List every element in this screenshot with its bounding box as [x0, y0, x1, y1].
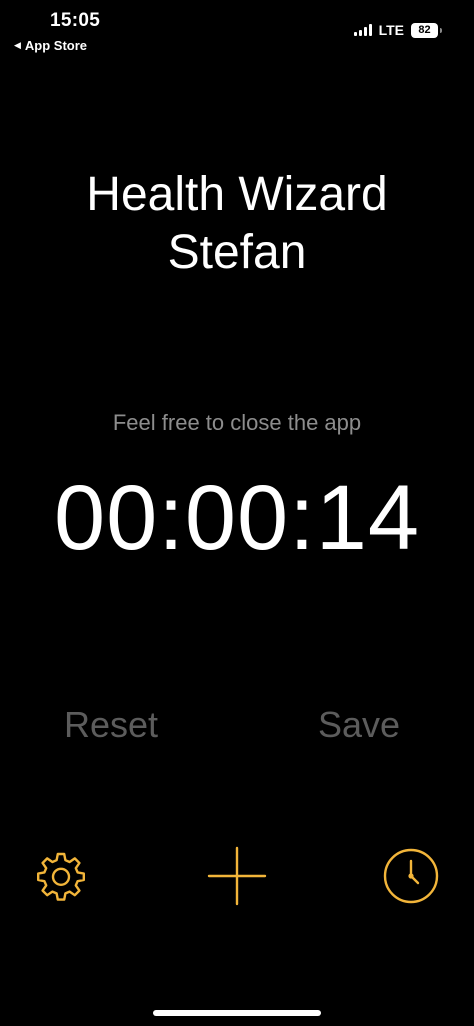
cellular-signal-icon	[353, 24, 372, 36]
background-hint: Feel free to close the app	[112, 410, 362, 435]
plus-icon	[207, 846, 267, 906]
timer-display: 00:00:14	[53, 467, 421, 569]
home-indicator[interactable]	[153, 1010, 321, 1016]
back-arrow-icon: ◀	[14, 40, 21, 50]
history-button[interactable]	[381, 846, 441, 906]
back-to-app-store-link[interactable]: ◀ App Store	[14, 38, 87, 53]
app-title: Health Wizard Stefan	[0, 166, 474, 282]
settings-button[interactable]	[31, 846, 91, 906]
app-title-line1: Health Wizard	[86, 168, 388, 221]
battery-icon: 82	[411, 22, 442, 38]
status-indicators: LTE 82	[353, 22, 442, 38]
add-button[interactable]	[207, 846, 267, 906]
gear-icon	[37, 852, 85, 901]
app-title-line2: Stefan	[167, 226, 307, 279]
battery-level: 82	[418, 24, 431, 36]
clock-icon	[383, 848, 439, 904]
network-type: LTE	[378, 22, 404, 38]
status-time: 15:05	[50, 10, 101, 31]
reset-button[interactable]: Reset	[64, 704, 158, 746]
back-link-label: App Store	[24, 38, 88, 53]
save-button[interactable]: Save	[318, 704, 400, 746]
status-bar: 15:05 ◀ App Store LTE 82	[0, 0, 474, 60]
